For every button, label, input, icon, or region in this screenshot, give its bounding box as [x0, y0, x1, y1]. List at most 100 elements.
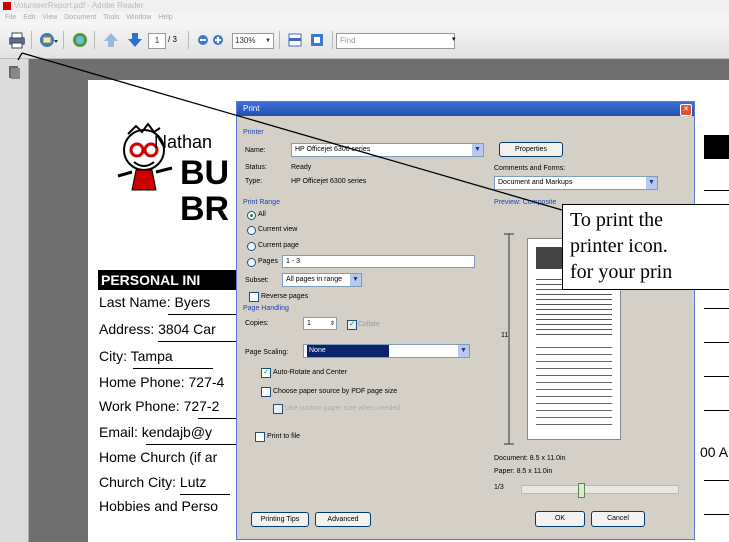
name-label: Name: — [245, 147, 266, 154]
auto-rotate-label: Auto-Rotate and Center — [273, 369, 347, 376]
logo-letters-2: BR — [180, 190, 230, 228]
next-page-icon[interactable] — [124, 29, 146, 51]
menu-file[interactable]: File — [5, 14, 16, 21]
radio-pages[interactable] — [247, 258, 256, 267]
ok-button[interactable]: OK — [535, 511, 585, 527]
chevron-down-icon: ▼ — [350, 274, 361, 286]
zoom-value: 130% — [235, 36, 256, 45]
page-slider[interactable] — [521, 483, 679, 498]
section-title: PERSONAL INI — [98, 270, 251, 290]
adobe-reader-icon — [3, 2, 11, 10]
preview-height-ruler — [504, 233, 514, 445]
preview-dimension: 11 — [501, 332, 509, 339]
field-value: 727-4 — [188, 374, 225, 390]
menu-bar: File Edit View Document Tools Window Hel… — [0, 12, 729, 23]
close-icon[interactable]: ✕ — [680, 104, 692, 116]
find-input[interactable]: Find — [336, 33, 455, 49]
field-value: Tampa — [130, 348, 173, 364]
printing-tips-button[interactable]: Printing Tips — [251, 512, 309, 527]
menu-tools[interactable]: Tools — [103, 14, 119, 21]
slider-thumb[interactable] — [578, 483, 585, 498]
header-text: Nathan — [154, 132, 213, 152]
field-last-name: Last Name: Byers — [99, 294, 211, 310]
subset-label: Subset: — [245, 277, 269, 284]
logo-letters-1: BU — [180, 154, 230, 192]
chevron-down-icon: ▼ — [458, 345, 469, 357]
field-home-phone: Home Phone: 727-4 — [99, 374, 225, 390]
callout-line-2: printer icon. — [570, 235, 668, 257]
reverse-pages-checkbox[interactable] — [249, 292, 259, 302]
properties-button[interactable]: Properties — [499, 142, 563, 157]
instruction-callout: To print the printer icon. for your prin — [562, 204, 729, 290]
pages-range-input[interactable]: 1 - 3 — [282, 255, 475, 268]
zoom-in-icon[interactable] — [207, 29, 229, 51]
type-value: HP Officejet 6300 series — [291, 178, 367, 185]
radio-all[interactable] — [247, 211, 256, 220]
right-edge-text: 00 A — [700, 444, 729, 460]
email-icon[interactable] — [37, 29, 59, 51]
paper-size: Paper: 8.5 x 11.0in — [494, 468, 553, 475]
subset-select[interactable]: All pages in range ▼ — [282, 273, 362, 287]
collate-checkbox[interactable]: ✓ — [347, 320, 357, 330]
field-address: Address: 3804 Car — [99, 321, 216, 337]
find-options-chevron-icon[interactable]: ▾ — [452, 35, 456, 43]
fit-page-icon[interactable] — [284, 29, 306, 51]
zoom-select[interactable]: 130% ▼ — [232, 33, 274, 49]
comments-value: Document and Markups — [498, 179, 573, 186]
pages-panel-icon[interactable] — [8, 65, 20, 79]
field-email: Email: kendajb@y — [99, 424, 213, 440]
printer-icon[interactable] — [6, 29, 28, 51]
page-total: / 3 — [168, 35, 177, 44]
radio-current-view[interactable] — [247, 226, 256, 235]
radio-current-page[interactable] — [247, 242, 256, 251]
toolbar: 1 / 3 130% ▼ Find ▾ — [0, 23, 729, 59]
menu-window[interactable]: Window — [126, 14, 151, 21]
copies-stepper[interactable]: 1 ⇕ — [303, 317, 337, 330]
menu-document[interactable]: Document — [64, 14, 96, 21]
field-city: City: Tampa — [99, 348, 173, 364]
full-screen-icon[interactable] — [306, 29, 328, 51]
cancel-button[interactable]: Cancel — [591, 511, 645, 527]
print-to-file-label: Print to file — [267, 433, 301, 440]
advanced-button[interactable]: Advanced — [315, 512, 371, 527]
copies-label: Copies: — [245, 320, 269, 327]
status-value: Ready — [291, 164, 312, 171]
printer-name-select[interactable]: HP Officejet 6300 series ▼ — [291, 143, 484, 157]
header-bar-fragment — [704, 135, 729, 159]
menu-edit[interactable]: Edit — [23, 14, 35, 21]
document-size: Document: 8.5 x 11.0in — [494, 455, 566, 462]
radio-current-view-label: Current view — [258, 226, 298, 233]
page-indicator: 1/3 — [494, 484, 504, 491]
field-church-city: Church City: Lutz — [99, 474, 207, 490]
hand-icon[interactable] — [69, 29, 91, 51]
field-home-church: Home Church (if ar — [99, 449, 218, 465]
menu-view[interactable]: View — [42, 14, 57, 21]
status-label: Status: — [245, 164, 267, 171]
type-label: Type: — [245, 178, 263, 185]
navigation-sidebar — [0, 59, 29, 542]
subset-value: All pages in range — [286, 276, 343, 283]
print-to-file-checkbox[interactable] — [255, 432, 265, 442]
field-value: 727-2 — [183, 398, 220, 414]
radio-current-page-label: Current page — [258, 242, 299, 249]
print-dialog: Print ✕ Printer Name: HP Officejet 6300 … — [236, 101, 695, 540]
field-value: 3804 Car — [158, 321, 216, 337]
page-handling-label: Page Handling — [243, 305, 289, 312]
field-hobbies: Hobbies and Perso — [99, 498, 219, 514]
page-scaling-label: Page Scaling: — [245, 349, 289, 356]
print-range-label: Print Range — [243, 199, 280, 206]
menu-help[interactable]: Help — [158, 14, 172, 21]
stepper-icon[interactable]: ⇕ — [330, 318, 335, 330]
page-scaling-value: None — [307, 345, 389, 357]
comments-forms-select[interactable]: Document and Markups ▼ — [494, 176, 658, 190]
auto-rotate-checkbox[interactable]: ✓ — [261, 368, 271, 378]
prev-page-icon[interactable] — [100, 29, 122, 51]
title-bar: VolunteerReport.pdf - Adobe Reader — [0, 0, 729, 12]
choose-paper-checkbox[interactable] — [261, 387, 271, 397]
custom-paper-checkbox — [273, 404, 283, 414]
page-scaling-select[interactable]: None ▼ — [303, 344, 470, 358]
printer-section-label: Printer — [243, 129, 264, 136]
copies-value: 1 — [307, 320, 311, 327]
page-number-input[interactable]: 1 — [148, 33, 166, 49]
callout-line-3: for your prin — [570, 261, 673, 283]
